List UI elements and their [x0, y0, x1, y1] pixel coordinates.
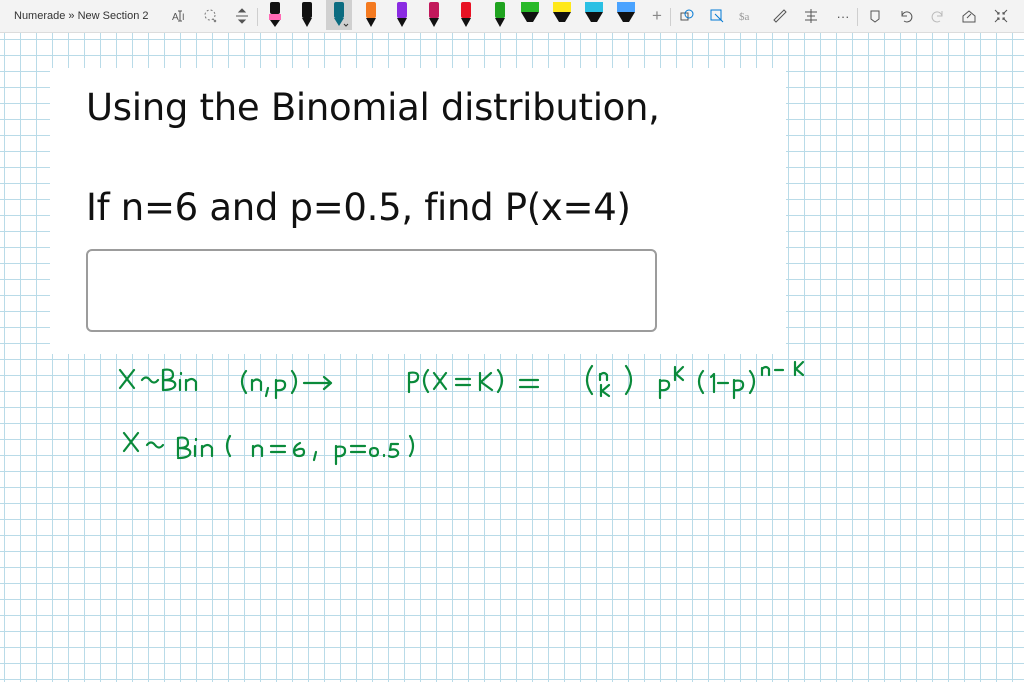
math-icon[interactable] [800, 5, 822, 27]
add-pen-icon[interactable]: + [646, 5, 668, 27]
cyan-highlighter-icon[interactable] [583, 0, 605, 30]
purple-pen-icon[interactable] [391, 0, 413, 30]
toolbar: Numerade » New Section 2 AI + $a ··· [0, 0, 1024, 33]
svg-text:A: A [172, 12, 179, 23]
svg-text:I: I [182, 12, 185, 22]
undo-icon[interactable] [895, 5, 917, 27]
full-screen-icon[interactable] [990, 5, 1012, 27]
black-pen-2-icon[interactable] [296, 0, 318, 30]
yellow-highlighter-icon[interactable] [551, 0, 573, 30]
svg-text:$a: $a [739, 11, 750, 23]
redo-icon[interactable] [927, 5, 949, 27]
replay-icon[interactable] [864, 5, 886, 27]
add-space-icon[interactable] [231, 5, 253, 27]
red-pen-icon[interactable] [455, 0, 477, 30]
ink-to-math-icon[interactable]: $a [737, 5, 759, 27]
green-pen-icon[interactable] [489, 0, 511, 30]
black-pen-icon[interactable] [264, 0, 286, 30]
question-prompt: If n=6 and p=0.5, find P(x=4) [86, 186, 631, 229]
share-icon[interactable] [958, 5, 980, 27]
answer-box[interactable] [86, 249, 657, 332]
orange-pen-icon[interactable] [360, 0, 382, 30]
shapes-icon[interactable] [676, 5, 698, 27]
blue-highlighter-icon[interactable] [615, 0, 637, 30]
question-title: Using the Binomial distribution, [86, 86, 660, 129]
breadcrumb[interactable]: Numerade » New Section 2 [14, 10, 149, 22]
ruler-icon[interactable] [769, 5, 791, 27]
select-text-icon[interactable]: AI [170, 5, 192, 27]
magenta-pen-icon[interactable] [423, 0, 445, 30]
toolbar-divider [257, 8, 258, 26]
toolbar-divider [670, 8, 671, 26]
green-highlighter-icon[interactable] [519, 0, 541, 30]
more-options-icon[interactable]: ··· [832, 5, 854, 27]
teal-pen-icon[interactable] [326, 0, 352, 30]
toolbar-divider [857, 8, 858, 26]
lasso-select-icon[interactable] [199, 5, 221, 27]
ink-to-shape-icon[interactable] [706, 5, 728, 27]
